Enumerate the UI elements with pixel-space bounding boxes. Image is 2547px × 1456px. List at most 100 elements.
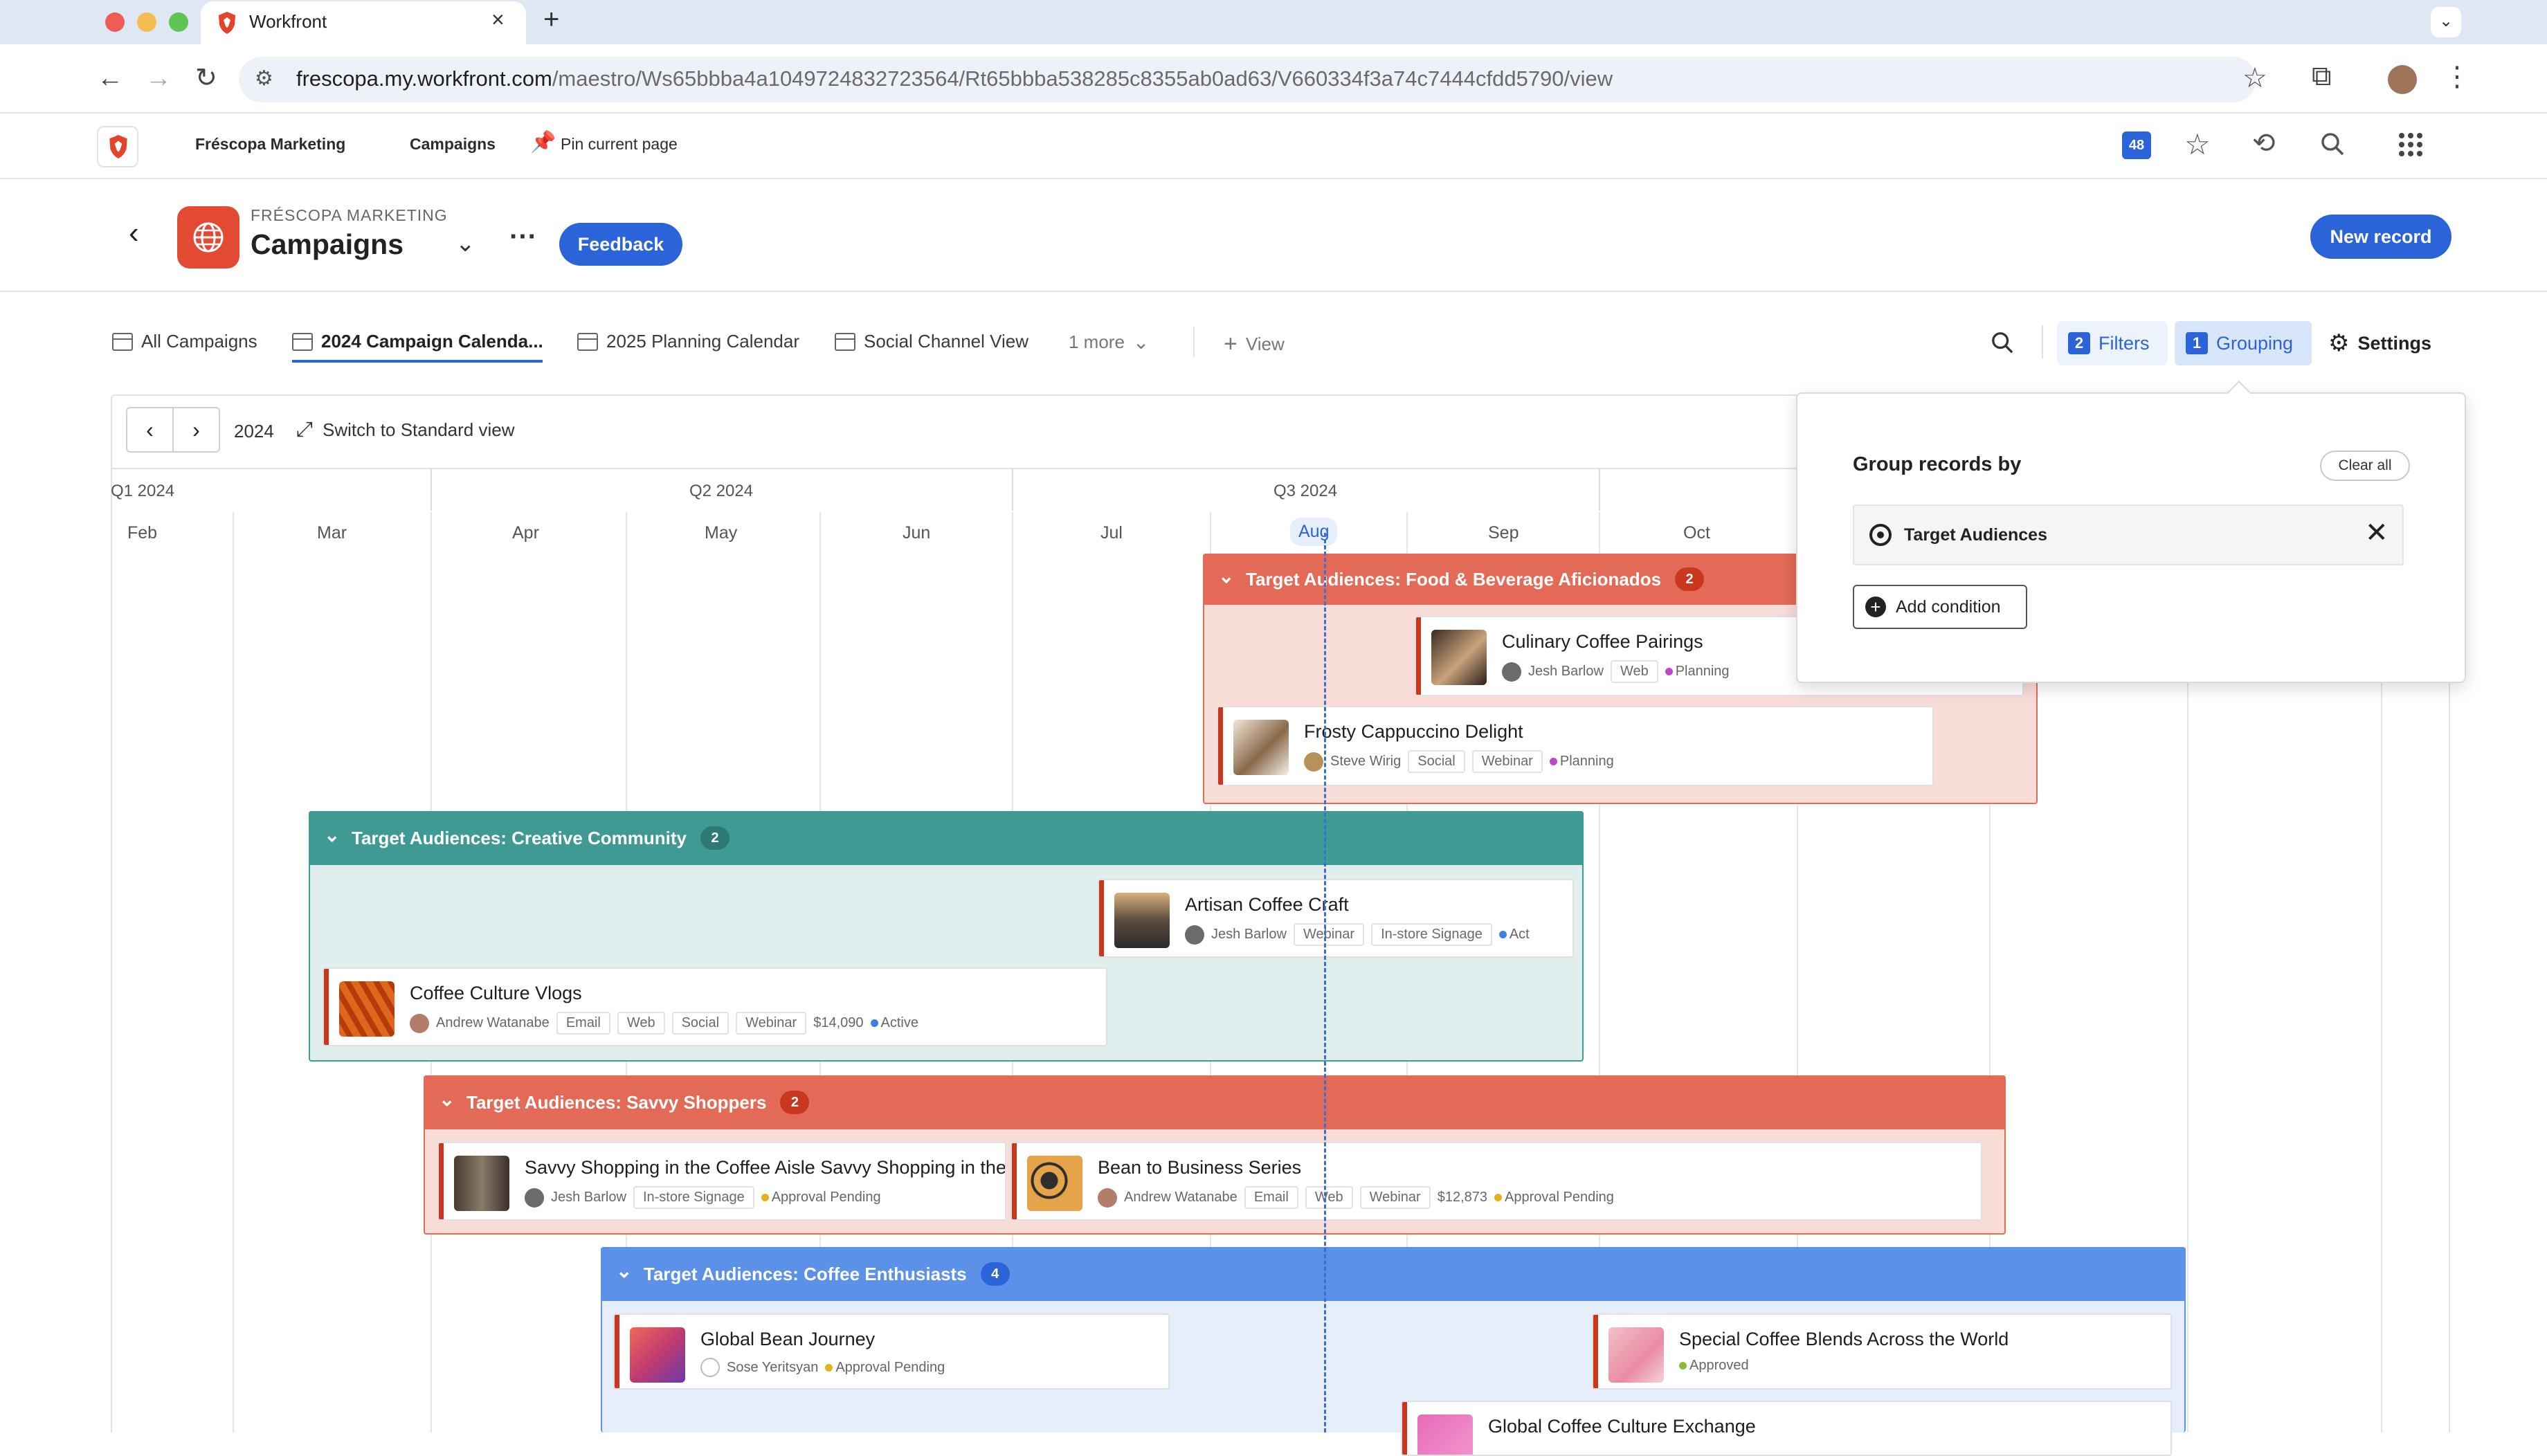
reload-icon[interactable]: ↻ [195, 62, 217, 93]
channel-chip: Social [1408, 750, 1465, 773]
toolbar-divider [2042, 325, 2043, 358]
tab-label: 2024 Campaign Calenda... [321, 331, 543, 352]
card-accent [439, 1143, 444, 1219]
budget-value: $14,090 [813, 1015, 864, 1030]
group-header[interactable]: ⌄ Target Audiences: Coffee Enthusiasts 4 [601, 1247, 2186, 1301]
group-label: Target Audiences: Coffee Enthusiasts [644, 1263, 967, 1284]
gear-icon: ⚙ [2328, 330, 2350, 356]
month-label: Apr [512, 523, 539, 543]
back-icon[interactable]: ← [97, 64, 123, 93]
status-text: Approval Pending [1505, 1190, 1614, 1205]
owner-avatar [1185, 925, 1204, 945]
card-accent [1012, 1143, 1017, 1219]
owner-name: Steve Wirig [1330, 754, 1402, 769]
card-accent [1218, 707, 1223, 785]
quarter-divider [1012, 469, 1013, 511]
extensions-icon[interactable]: ⧉ [2312, 61, 2332, 92]
workfront-logo-icon [109, 135, 127, 158]
owner-avatar [1098, 1187, 1117, 1208]
card-accent [324, 969, 329, 1045]
month-label: Sep [1488, 523, 1519, 543]
feedback-button[interactable]: Feedback [559, 223, 682, 266]
record-title: Frosty Cappuccino Delight [1304, 721, 1523, 742]
app-switcher-icon[interactable] [2399, 133, 2422, 156]
record-card[interactable]: Bean to Business Series Andrew Watanabe … [1010, 1142, 1982, 1221]
clear-all-button[interactable]: Clear all [2320, 451, 2410, 481]
channel-chip: Webinar [1359, 1186, 1431, 1209]
search-icon[interactable] [2320, 131, 2345, 156]
record-card[interactable]: Coffee Culture Vlogs Andrew Watanabe Ema… [323, 967, 1107, 1046]
close-tab-icon[interactable]: × [491, 7, 505, 33]
favorites-star-icon[interactable]: ☆ [2184, 127, 2211, 161]
forward-icon[interactable]: → [145, 64, 172, 93]
pin-icon[interactable]: 📌 [530, 130, 556, 154]
owner-name: Andrew Watanabe [1124, 1190, 1238, 1205]
status-dot [761, 1194, 769, 1201]
add-condition-button[interactable]: + Add condition [1853, 585, 2027, 629]
quarter-label: Q2 2024 [689, 482, 754, 500]
status-dot [1498, 931, 1507, 938]
view-search-icon[interactable] [1991, 331, 2014, 354]
channel-chip: In-store Signage [1371, 923, 1492, 946]
add-condition-label: Add condition [1896, 597, 2001, 617]
record-meta: Steve Wirig Social Webinar Planning [1304, 750, 1614, 773]
close-window-button[interactable] [105, 12, 125, 32]
record-title: Savvy Shopping in the Coffee Aisle Savvy… [525, 1157, 1005, 1178]
nav-link-campaigns[interactable]: Campaigns [410, 135, 496, 154]
record-card[interactable]: Special Coffee Blends Across the World A… [1592, 1313, 2172, 1390]
group-header[interactable]: ⌄ Target Audiences: Creative Community 2 [309, 811, 1584, 865]
remove-condition-icon[interactable]: ✕ [2365, 517, 2389, 549]
new-record-button[interactable]: New record [2310, 215, 2451, 259]
previous-period-button[interactable]: ‹ [127, 408, 174, 451]
zoom-window-button[interactable] [169, 12, 188, 32]
popover-title: Group records by [1853, 453, 2022, 475]
back-chevron-icon[interactable]: ‹ [129, 216, 139, 251]
minimize-window-button[interactable] [137, 12, 156, 32]
browser-tab[interactable]: Workfront × [201, 1, 526, 44]
settings-button[interactable]: ⚙ Settings [2328, 329, 2431, 357]
site-settings-icon[interactable]: ⚙ [255, 66, 273, 91]
record-thumbnail [339, 981, 395, 1037]
record-meta: Sose Yeritsyan Approval Pending [700, 1358, 945, 1377]
record-card[interactable]: Artisan Coffee Craft Jesh Barlow Webinar… [1098, 879, 1574, 958]
group-label: Target Audiences: Savvy Shoppers [466, 1091, 767, 1113]
owner-name: Sose Yeritsyan [727, 1359, 819, 1375]
nav-link-brand[interactable]: Fréscopa Marketing [195, 135, 345, 154]
recents-icon[interactable]: ⟲ [2252, 127, 2276, 159]
record-card[interactable]: Global Coffee Culture Exchange [1401, 1401, 2172, 1456]
tab-2025-planning-calendar[interactable]: 2025 Planning Calendar [577, 331, 799, 352]
profile-avatar[interactable] [2388, 65, 2417, 94]
more-views-dropdown[interactable]: 1 more ⌄ [1069, 331, 1149, 354]
pin-current-page[interactable]: Pin current page [561, 135, 678, 154]
record-title: Culinary Coffee Pairings [1502, 631, 1703, 652]
bookmark-star-icon[interactable]: ☆ [2242, 62, 2267, 94]
new-tab-button[interactable]: + [543, 4, 559, 35]
filters-button[interactable]: 2 Filters [2057, 321, 2168, 365]
next-period-button[interactable]: › [174, 408, 219, 451]
browser-menu-icon[interactable]: ⋮ [2443, 61, 2471, 93]
record-card[interactable]: Savvy Shopping in the Coffee Aisle Savvy… [437, 1142, 1006, 1221]
current-year: 2024 [234, 421, 274, 442]
record-thumbnail [1431, 630, 1487, 685]
owner-avatar [410, 1013, 429, 1033]
record-thumbnail [1114, 893, 1170, 948]
month-label: Jul [1100, 523, 1123, 543]
tab-search-button[interactable]: ⌄ [2431, 7, 2461, 37]
group-condition-row[interactable]: Target Audiences ✕ [1853, 504, 2404, 565]
group-header[interactable]: ⌄ Target Audiences: Savvy Shoppers 2 [424, 1075, 2006, 1129]
tab-social-channel-view[interactable]: Social Channel View [835, 331, 1028, 352]
grouping-button[interactable]: 1 Grouping [2175, 321, 2312, 365]
add-view-button[interactable]: + View [1224, 331, 1285, 358]
switch-to-standard-view[interactable]: ⤢ Switch to Standard view [296, 418, 514, 442]
notifications-badge[interactable]: 48 [2122, 131, 2151, 159]
tab-2024-campaign-calendar[interactable]: 2024 Campaign Calenda... [292, 331, 543, 352]
title-dropdown-icon[interactable]: ⌄ [455, 230, 475, 257]
grouping-label: Grouping [2216, 332, 2294, 354]
more-actions-icon[interactable]: ··· [509, 221, 537, 253]
group-count: 2 [1675, 567, 1705, 591]
tab-all-campaigns[interactable]: All Campaigns [112, 331, 257, 352]
add-view-label: View [1245, 334, 1285, 354]
record-card[interactable]: Global Bean Journey Sose Yeritsyan Appro… [613, 1313, 1170, 1390]
owner-name: Jesh Barlow [551, 1190, 626, 1205]
workfront-logo[interactable] [97, 126, 138, 167]
